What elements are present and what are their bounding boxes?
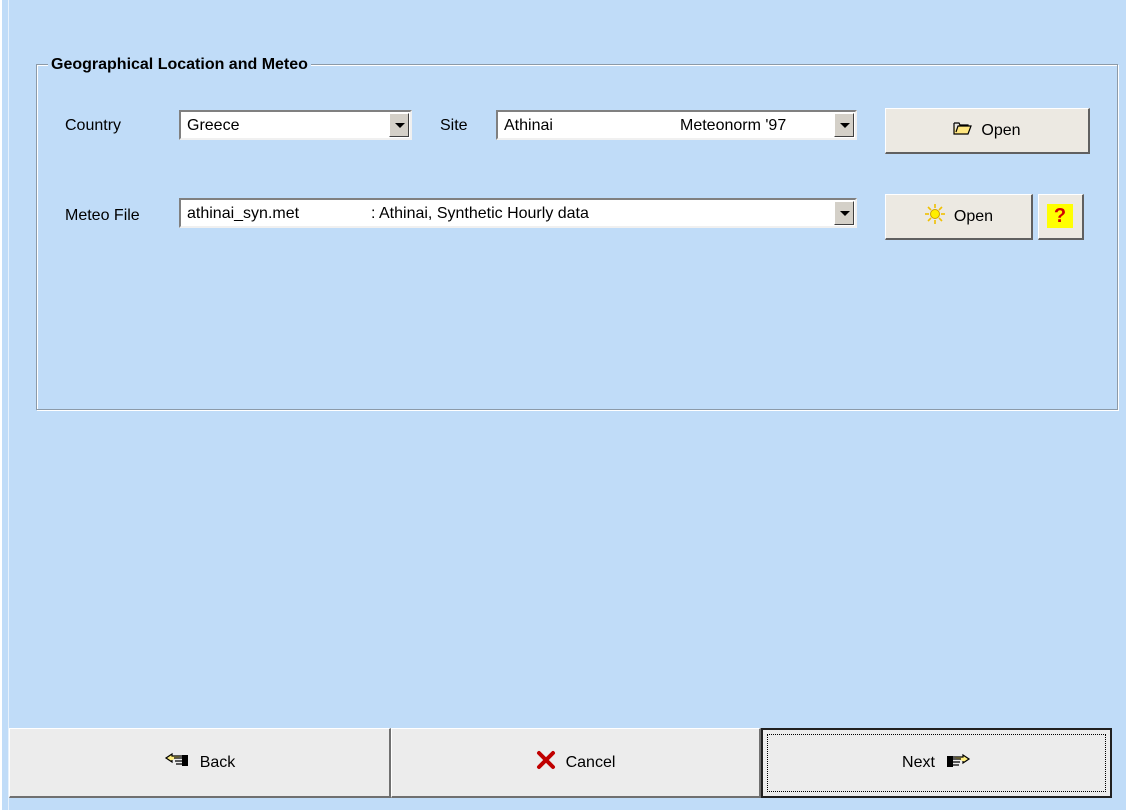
red-x-icon <box>536 750 556 775</box>
cancel-label: Cancel <box>565 753 616 771</box>
meteo-file-label: Meteo File <box>65 207 140 224</box>
site-open-label: Open <box>981 121 1021 139</box>
site-label: Site <box>440 117 468 134</box>
site-value: Athinai <box>504 117 553 134</box>
meteo-file-description: : Athinai, Synthetic Hourly data <box>371 205 589 222</box>
site-dropdown-arrow-icon[interactable] <box>834 113 854 137</box>
site-source: Meteonorm '97 <box>680 117 787 134</box>
site-select[interactable]: Athinai Meteonorm '97 <box>496 110 857 140</box>
group-title: Geographical Location and Meteo <box>48 55 311 75</box>
country-select[interactable]: Greece <box>179 110 412 140</box>
back-button[interactable]: Back <box>9 728 391 798</box>
help-button[interactable]: ? <box>1038 194 1084 240</box>
wizard-window: Geographical Location and Meteo Country … <box>0 0 1126 810</box>
meteo-file-select[interactable]: athinai_syn.met : Athinai, Synthetic Hou… <box>179 198 857 228</box>
focus-rectangle <box>767 734 1106 792</box>
country-dropdown-arrow-icon[interactable] <box>389 113 409 137</box>
cancel-button[interactable]: Cancel <box>391 728 761 798</box>
meteo-dropdown-arrow-icon[interactable] <box>834 201 854 225</box>
country-label: Country <box>65 117 122 134</box>
meteo-open-label: Open <box>953 207 994 225</box>
window-edge <box>0 0 2 810</box>
sun-icon <box>924 203 946 230</box>
site-open-button[interactable]: Open <box>885 108 1090 154</box>
meteo-open-button[interactable]: Open <box>885 194 1033 240</box>
window-edge-inner <box>8 0 9 810</box>
help-question-icon: ? <box>1047 204 1073 228</box>
back-label: Back <box>199 753 236 771</box>
next-button[interactable]: Next <box>761 728 1112 798</box>
country-value: Greece <box>187 117 240 134</box>
folder-open-icon <box>953 120 973 141</box>
hand-pointing-left-icon <box>164 752 190 773</box>
meteo-file-name: athinai_syn.met <box>187 205 300 222</box>
